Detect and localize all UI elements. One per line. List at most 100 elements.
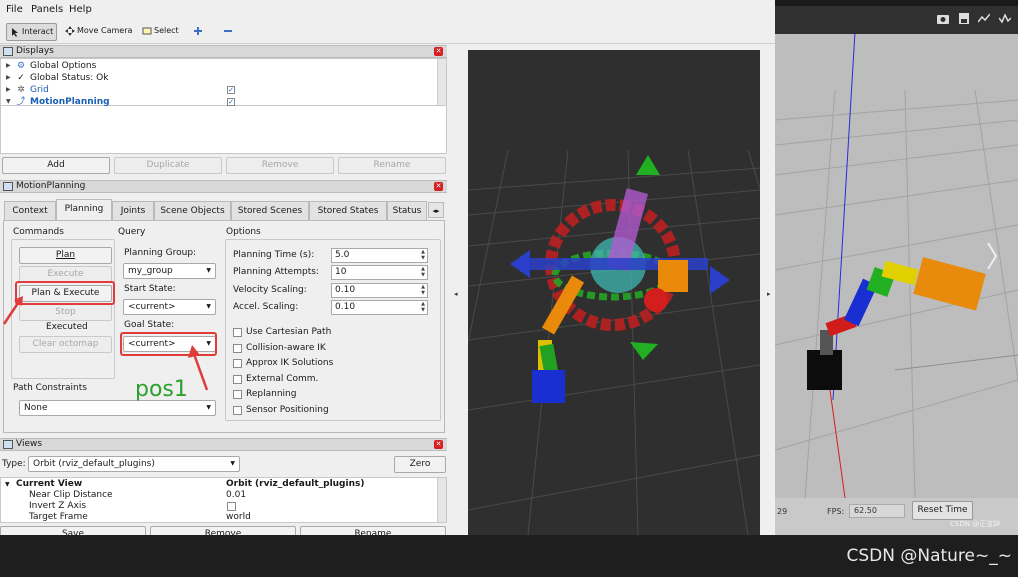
velocity-scaling-spinbox[interactable]: 0.10 ▲ ▼ [331,283,428,298]
chevron-down-icon: ▼ [206,303,211,310]
annotation-box-plan-execute [15,281,115,305]
expand-arrow-icon[interactable]: ▶ [6,84,11,96]
start-state-select[interactable]: <current> ▼ [123,299,216,315]
checkbox-box[interactable] [233,375,242,384]
motion-planning-enable-checkbox[interactable]: ✓ [227,98,235,106]
tab-stored-states[interactable]: Stored States [309,201,387,220]
tab-planning[interactable]: Planning [56,199,112,220]
tree-row-global-options[interactable]: ▶ ⚙ Global Options [1,60,438,72]
motion-planning-icon [3,182,13,191]
motion-planning-panel-title: MotionPlanning ✕ [0,180,447,193]
save-view-button[interactable]: Save [0,526,146,535]
expand-arrow-icon[interactable]: ▼ [6,96,11,106]
sensor-positioning-checkbox[interactable]: Sensor Positioning [233,404,329,416]
planning-time-spinbox[interactable]: 5.0 ▲ ▼ [331,248,428,263]
focus-tool-button[interactable] [190,23,206,41]
tab-scroll-arrows[interactable]: ◂▸ [428,202,444,218]
expand-arrow-icon[interactable]: ▶ [6,60,11,72]
tab-scene-objects[interactable]: Scene Objects [154,201,231,220]
reset-time-button[interactable]: Reset Time [912,501,973,520]
close-icon[interactable]: ✕ [434,47,443,56]
remove-tool-button[interactable] [220,23,236,41]
plot-icon[interactable] [978,13,990,24]
replanning-checkbox[interactable]: Replanning [233,388,296,400]
near-clip-name: Near Clip Distance [29,490,113,500]
grid-enable-checkbox[interactable]: ✓ [227,86,235,94]
path-constraints-select[interactable]: None ▼ [19,400,216,416]
planning-attempts-spinbox[interactable]: 10 ▲ ▼ [331,265,428,280]
views-scrollbar[interactable] [437,478,446,522]
start-state-value: <current> [128,302,176,312]
gazebo-scene [775,31,1018,499]
menu-file[interactable]: File [6,4,23,15]
remove-view-button[interactable]: Remove [150,526,296,535]
checkbox-box[interactable] [233,344,242,353]
tree-row-global-status[interactable]: ▶ ✓ Global Status: Ok [1,72,438,84]
zero-view-button[interactable]: Zero [394,456,446,473]
views-panel-title: Views ✕ [0,438,447,451]
interact-tool-button[interactable]: Interact [6,23,58,41]
accel-scaling-value: 0.10 [335,302,356,312]
camera-icon[interactable] [937,13,949,24]
clear-octomap-button[interactable]: Clear octomap [19,336,112,353]
close-icon[interactable]: ✕ [434,440,443,449]
add-display-button[interactable]: Add [2,157,110,174]
external-comm-checkbox[interactable]: External Comm. [233,373,318,385]
duplicate-display-button[interactable]: Duplicate [114,157,222,174]
checkbox-box[interactable] [233,328,242,337]
plan-button[interactable]: Plan [19,247,112,264]
planning-time-label: Planning Time (s): [233,250,315,260]
expand-arrow-icon[interactable]: ▼ [5,479,10,490]
approx-ik-checkbox[interactable]: Approx IK Solutions [233,357,333,369]
motion-planning-title-text: MotionPlanning [16,181,86,191]
tree-row-grid[interactable]: ▶ ✲ Grid ✓ [1,84,438,96]
spin-arrows-icon[interactable]: ▲ ▼ [421,301,425,313]
displays-property-area [0,106,447,154]
fps-value: 62.50 [849,504,905,518]
tree-row-motion-planning[interactable]: ▼ ⤴ MotionPlanning ✓ [1,96,438,106]
rename-display-button[interactable]: Rename [338,157,446,174]
spin-arrows-icon[interactable]: ▲ ▼ [421,284,425,296]
select-tool-button[interactable]: Select [139,23,182,41]
rename-view-button[interactable]: Rename [300,526,446,535]
start-state-label: Start State: [124,284,176,294]
tree-row-label: MotionPlanning [30,97,110,106]
annotation-arrow-icon [2,296,23,325]
commands-heading: Commands [13,227,64,237]
expand-arrow-icon[interactable]: ▶ [6,72,11,84]
tab-joints[interactable]: Joints [112,201,154,220]
menu-help[interactable]: Help [69,4,92,15]
gazebo-status-bar: 29 FPS: 62.50 Reset Time CSDN @正弦钟 [775,498,1018,535]
view-type-select[interactable]: Orbit (rviz_default_plugins) ▼ [28,456,240,472]
checkbox-box[interactable] [233,390,242,399]
close-icon[interactable]: ✕ [434,182,443,191]
collision-aware-ik-checkbox[interactable]: Collision-aware IK [233,342,326,354]
path-constraints-label: Path Constraints [13,383,87,393]
video-record-icon[interactable] [999,13,1011,24]
planning-group-select[interactable]: my_group ▼ [123,263,216,279]
checkbox-box[interactable] [233,406,242,415]
move-camera-tool-button[interactable]: Move Camera [62,23,135,41]
displays-scrollbar[interactable] [437,59,446,105]
tab-stored-scenes[interactable]: Stored Scenes [231,201,309,220]
tab-context[interactable]: Context [4,201,56,220]
menu-bar: File Panels Help [0,0,775,20]
spin-arrows-icon[interactable]: ▲ ▼ [421,266,425,278]
invert-z-checkbox[interactable] [227,502,236,511]
rviz-3d-viewport[interactable] [468,50,760,535]
spin-arrows-icon[interactable]: ▲ ▼ [421,249,425,261]
checkbox-box[interactable] [233,359,242,368]
remove-display-button[interactable]: Remove [226,157,334,174]
menu-panels[interactable]: Panels [31,4,63,15]
tab-status[interactable]: Status [387,201,427,220]
target-frame-value[interactable]: world [226,512,251,523]
displays-tree: ▶ ⚙ Global Options ▶ ✓ Global Status: Ok… [0,58,447,106]
use-cartesian-path-checkbox[interactable]: Use Cartesian Path [233,326,331,338]
save-log-icon[interactable] [958,13,970,24]
crosshair-icon [194,27,202,35]
collapse-right-arrow-icon[interactable]: ▸ [767,290,771,298]
collapse-left-arrow-icon[interactable]: ◂ [454,290,458,298]
near-clip-value[interactable]: 0.01 [226,490,246,501]
stop-button[interactable]: Stop [19,304,112,321]
accel-scaling-spinbox[interactable]: 0.10 ▲ ▼ [331,300,428,315]
